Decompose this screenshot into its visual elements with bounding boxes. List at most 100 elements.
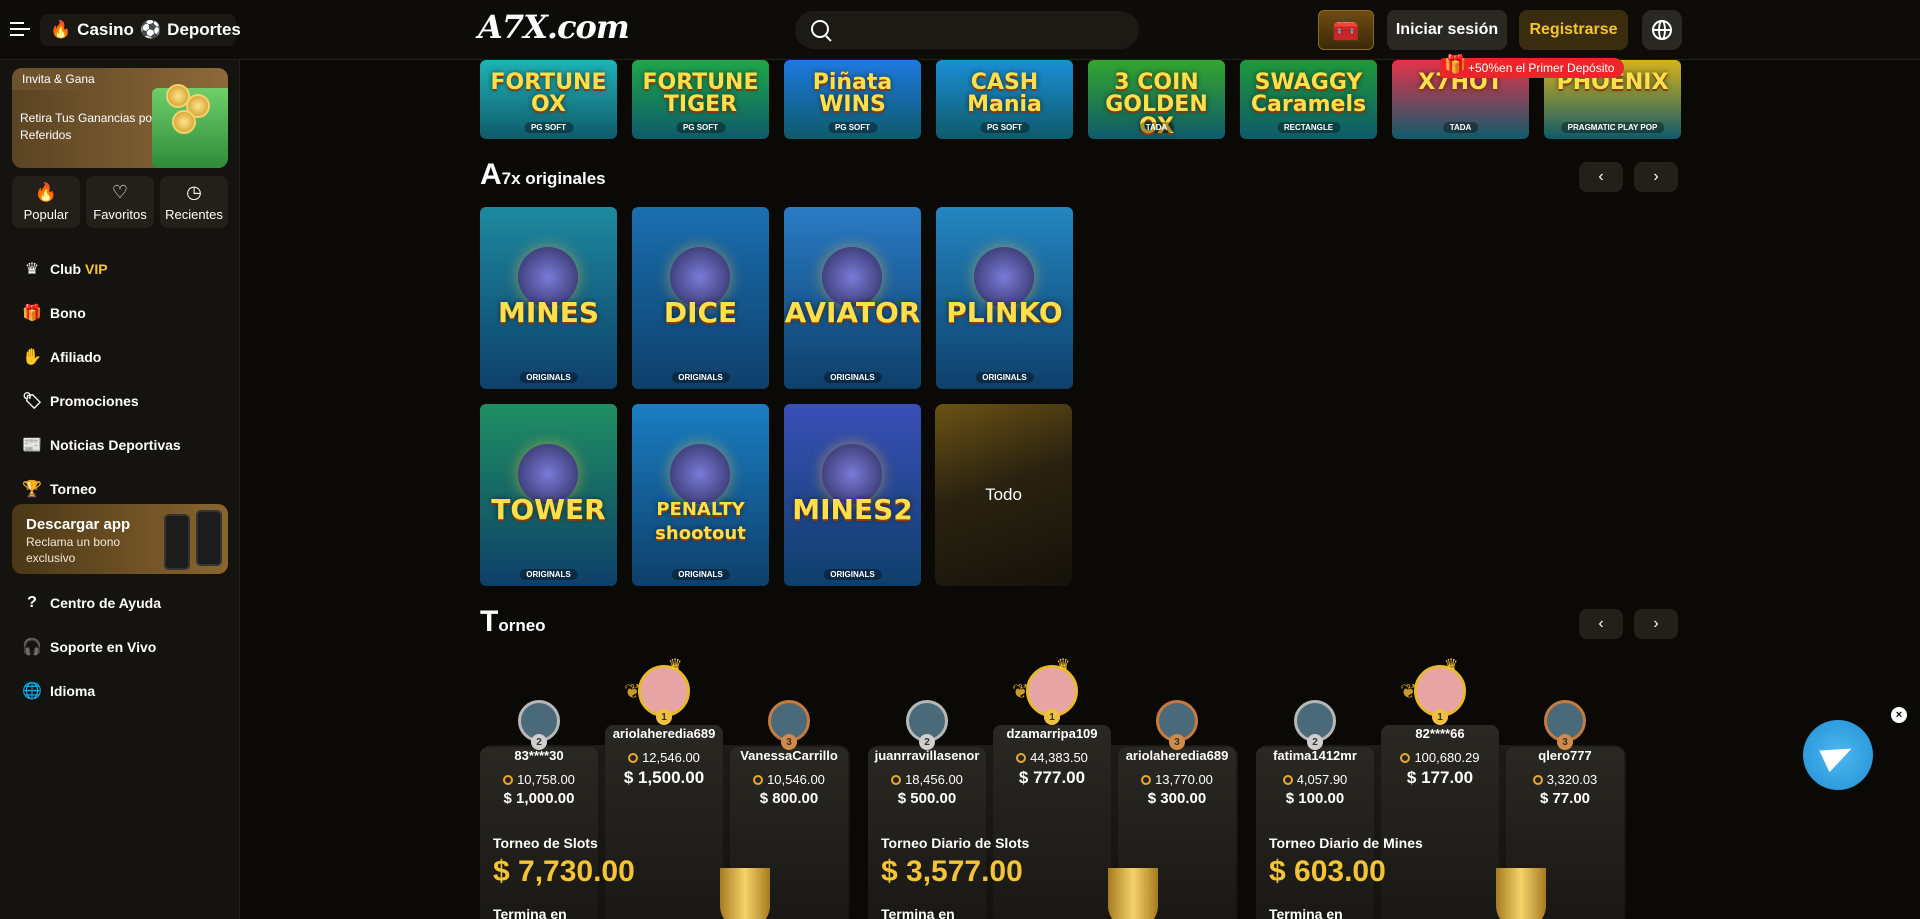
provider-badge: RECTANGLE: [1276, 122, 1341, 133]
player-score-value: 18,456.00: [905, 772, 963, 787]
original-game-tile[interactable]: DICE ORIGINALS: [632, 207, 769, 389]
sidebar: Invita & Gana Retira Tus Ganancias por R…: [0, 60, 240, 919]
tournament-name: Torneo de Slots: [493, 835, 598, 851]
coin-icon: [503, 775, 514, 785]
promo-icon: 🏷: [22, 393, 43, 410]
sidebar-item-noticias-deportivas[interactable]: 📰 Noticias Deportivas: [22, 433, 181, 457]
originals-title: A7x originales: [480, 158, 606, 192]
game-tile[interactable]: FORTUNE TIGER PG SOFT: [632, 60, 769, 139]
phone-icon: [164, 514, 190, 570]
site-logo[interactable]: A7X.com: [478, 8, 630, 46]
crown-icon: ♛: [1056, 657, 1071, 674]
rank-badge: 1: [656, 709, 672, 725]
original-game-tile[interactable]: PENALTY shootout ORIGINALS: [632, 404, 769, 586]
game-title: PENALTY shootout: [655, 499, 746, 544]
provider-badge: ORIGINALS: [823, 372, 882, 383]
player-score: 12,546.00: [605, 750, 723, 765]
player-reward: $ 1,500.00: [623, 768, 705, 787]
originals-next-button[interactable]: ›: [1634, 162, 1678, 192]
tab-deportes-label: Deportes: [167, 20, 241, 39]
clock-icon: ◷: [186, 182, 202, 202]
sidebar-item-label: Torneo: [50, 481, 96, 497]
coin-icon: [628, 753, 639, 763]
provider-badge: ORIGINALS: [823, 569, 882, 580]
player-reward: $ 800.00: [759, 790, 819, 807]
rank-badge: 1: [1432, 709, 1448, 725]
provider-badge: PG SOFT: [979, 122, 1030, 133]
provider-badge: ORIGINALS: [975, 372, 1034, 383]
quick-recientes-button[interactable]: ◷ Recientes: [160, 176, 228, 228]
tournament-title: Torneo: [480, 605, 546, 639]
provider-badge: ORIGINALS: [671, 569, 730, 580]
menu-toggle-icon[interactable]: [10, 18, 32, 40]
player-score: 10,546.00: [730, 772, 848, 787]
close-telegram-button[interactable]: ×: [1891, 707, 1907, 723]
soccer-ball-icon: ⚽: [140, 20, 162, 39]
register-button[interactable]: Registrarse: [1519, 10, 1628, 50]
game-title: FORTUNE OX: [490, 70, 607, 117]
player-score-value: 44,383.50: [1030, 750, 1088, 765]
originals-prev-button[interactable]: ‹: [1579, 162, 1623, 192]
tournament-name: Torneo Diario de Mines: [1269, 835, 1423, 851]
crown-icon: ♛: [1444, 657, 1459, 674]
game-tile[interactable]: SWAGGY Caramels RECTANGLE: [1240, 60, 1377, 139]
original-game-tile[interactable]: PLINKO ORIGINALS: [936, 207, 1073, 389]
gift-icon: 🎁: [1444, 54, 1467, 74]
player-reward: $ 77.00: [1539, 790, 1591, 807]
laurel-icon: ❦: [1012, 681, 1029, 703]
originals-title-initial: A: [480, 158, 502, 191]
news-icon: 📰: [22, 437, 42, 454]
download-title: Descargar app: [26, 516, 131, 533]
original-game-tile[interactable]: MINES2 ORIGINALS: [784, 404, 921, 586]
quick-favoritos-button[interactable]: ♡ Favoritos: [86, 176, 154, 228]
language-button[interactable]: [1642, 10, 1682, 50]
original-game-tile[interactable]: MINES ORIGINALS: [480, 207, 617, 389]
sidebar-item-bono[interactable]: 🎁 Bono: [22, 301, 86, 325]
game-title: FORTUNE TIGER: [642, 70, 759, 117]
original-game-tile[interactable]: AVIATOR ORIGINALS: [784, 207, 921, 389]
sidebar-item-torneo[interactable]: 🏆 Torneo: [22, 477, 96, 501]
tab-casino[interactable]: 🔥 Casino: [40, 14, 144, 46]
sidebar-item-text: Torneo: [50, 481, 97, 497]
provider-badge: ORIGINALS: [671, 372, 730, 383]
coin-icon: [1532, 775, 1543, 785]
treasure-chest-button[interactable]: 🧰: [1318, 10, 1374, 50]
see-all-button[interactable]: Todo: [935, 404, 1072, 586]
tournament-prev-button[interactable]: ‹: [1579, 609, 1623, 639]
game-tile[interactable]: Piñata WINS PG SOFT: [784, 60, 921, 139]
coin-icon: [1282, 775, 1293, 785]
player-reward: $ 177.00: [1406, 768, 1474, 787]
player-reward: $ 777.00: [1018, 768, 1086, 787]
quick-popular-button[interactable]: 🔥 Popular: [12, 176, 80, 228]
trophy-icon: [720, 868, 770, 919]
tournament-ends-label: Termina en: [493, 906, 567, 919]
game-tile[interactable]: CASH Mania PG SOFT: [936, 60, 1073, 139]
sidebar-item-idioma[interactable]: 🌐 Idioma: [22, 679, 95, 703]
sidebar-item-afiliado[interactable]: ✋ Afiliado: [22, 345, 101, 369]
game-tile[interactable]: 3 COIN GOLDEN OX TADA: [1088, 60, 1225, 139]
coin-icon: [1141, 775, 1152, 785]
invite-banner[interactable]: Invita & Gana Retira Tus Ganancias por R…: [12, 68, 228, 168]
sidebar-item-promociones[interactable]: 🏷 Promociones: [22, 389, 139, 413]
sidebar-item-text: Promociones: [50, 393, 139, 409]
chevron-left-icon: ‹: [1598, 168, 1604, 185]
player-score: 100,680.29: [1381, 750, 1499, 765]
coin-icon: [891, 775, 902, 785]
search-input[interactable]: [795, 11, 1139, 49]
tab-deportes[interactable]: ⚽ Deportes: [130, 14, 251, 46]
player-name: VanessaCarrillo: [740, 748, 838, 763]
trophy-icon: 🏆: [22, 481, 42, 498]
player-score: 18,456.00: [868, 772, 986, 787]
sidebar-item-soporte-en-vivo[interactable]: 🎧 Soporte en Vivo: [22, 635, 156, 659]
sidebar-item-centro-de-ayuda[interactable]: ? Centro de Ayuda: [22, 591, 161, 615]
top-bar: 🔥 Casino ⚽ Deportes A7X.com 🧰 Iniciar sesi…: [0, 0, 1920, 60]
login-button[interactable]: Iniciar sesión: [1387, 10, 1507, 50]
download-app-card[interactable]: Descargar app Reclama un bono exclusivo: [12, 504, 228, 574]
sidebar-item-club[interactable]: ♛ Club VIP: [22, 257, 108, 281]
telegram-button[interactable]: [1803, 720, 1873, 790]
game-tile[interactable]: FORTUNE OX PG SOFT: [480, 60, 617, 139]
player-score: 4,057.90: [1256, 772, 1374, 787]
tournament-next-button[interactable]: ›: [1634, 609, 1678, 639]
player-score: 44,383.50: [993, 750, 1111, 765]
original-game-tile[interactable]: TOWER ORIGINALS: [480, 404, 617, 586]
